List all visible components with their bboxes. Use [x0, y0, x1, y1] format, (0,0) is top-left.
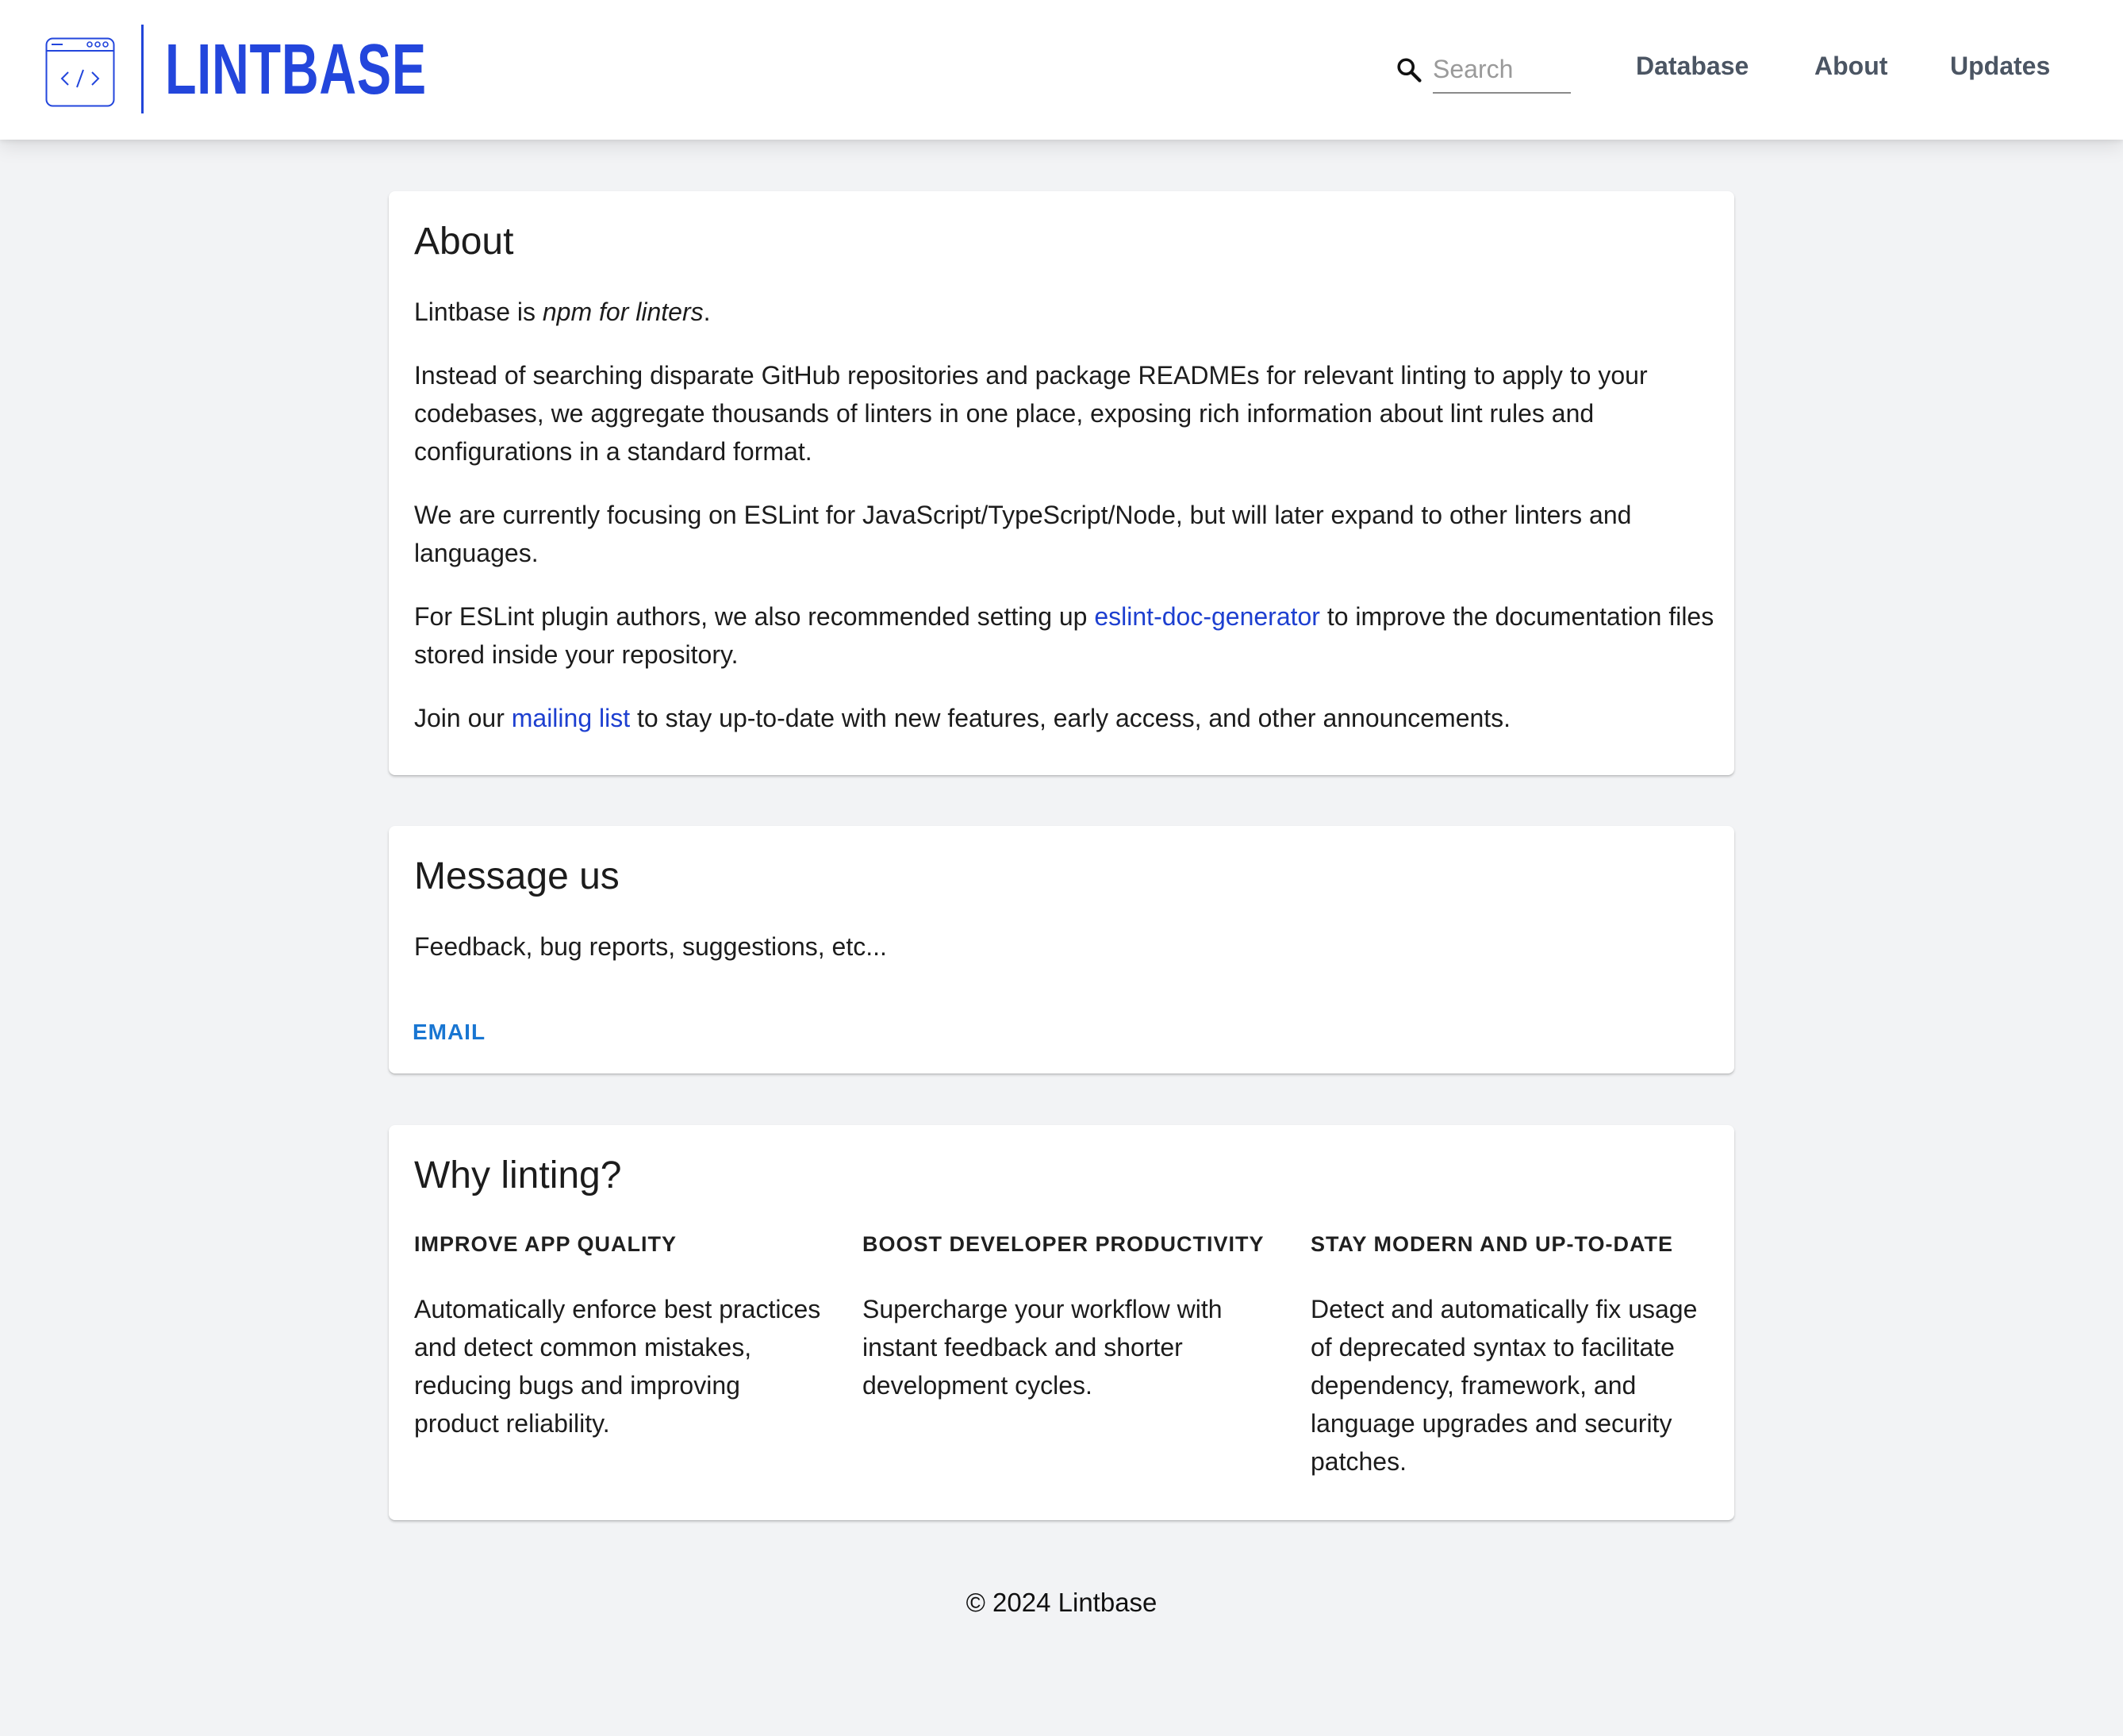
footer-copyright: © 2024 Lintbase [966, 1588, 1157, 1617]
benefit-column: BOOST DEVELOPER PRODUCTIVITY Supercharge… [862, 1228, 1275, 1404]
about-description: Instead of searching disparate GitHub re… [414, 361, 1648, 466]
nav-database[interactable]: Database [1636, 46, 1749, 86]
about-focus: We are currently focusing on ESLint for … [414, 501, 1632, 567]
nav-about[interactable]: About [1814, 46, 1887, 86]
benefit-body: Supercharge your workflow with instant f… [862, 1295, 1223, 1400]
search-input[interactable] [1433, 49, 1571, 94]
about-plugin-authors: For ESLint plugin authors, we also recom… [414, 597, 1715, 674]
about-mailing: Join our mailing list to stay up-to-date… [414, 699, 1715, 737]
message-title: Message us [414, 855, 620, 897]
email-button[interactable]: EMAIL [408, 1010, 490, 1054]
benefit-body: Automatically enforce best practices and… [414, 1295, 821, 1438]
why-title: Why linting? [414, 1154, 622, 1196]
message-text: Feedback, bug reports, suggestions, etc.… [414, 932, 887, 961]
mailing-list-link[interactable]: mailing list [512, 704, 630, 732]
about-intro-text: Lintbase is [414, 298, 543, 326]
about-card: About Lintbase is npm for linters. Inste… [389, 191, 1734, 775]
about-intro: Lintbase is npm for linters. [414, 293, 1715, 331]
why-linting-card: Why linting? IMPROVE APP QUALITY Automat… [389, 1125, 1734, 1520]
nav-updates[interactable]: Updates [1950, 46, 2050, 86]
eslint-doc-generator-link[interactable]: eslint-doc-generator [1094, 602, 1320, 631]
benefit-column: IMPROVE APP QUALITY Automatically enforc… [414, 1228, 827, 1442]
about-intro-end: . [703, 298, 711, 326]
benefit-title: IMPROVE APP QUALITY [414, 1232, 678, 1256]
mailing-text: Join our [414, 704, 512, 732]
plugin-authors-text: For ESLint plugin authors, we also recom… [414, 602, 1095, 631]
about-intro-emphasis: npm for linters [542, 298, 704, 326]
message-card: Message us Feedback, bug reports, sugges… [389, 826, 1734, 1073]
code-window-icon[interactable] [45, 37, 115, 107]
benefit-title: BOOST DEVELOPER PRODUCTIVITY [862, 1232, 1265, 1256]
search-icon[interactable] [1395, 56, 1423, 84]
brand-name[interactable]: LINTBASE [165, 30, 427, 109]
benefit-column: STAY MODERN AND UP-TO-DATE Detect and au… [1311, 1228, 1715, 1481]
logo-divider [141, 25, 144, 113]
top-app-bar: LINTBASE Database About Updates [0, 0, 2123, 140]
about-title: About [414, 221, 514, 263]
benefit-body: Detect and automatically fix usage of de… [1311, 1295, 1698, 1476]
benefit-title: STAY MODERN AND UP-TO-DATE [1311, 1232, 1674, 1256]
mailing-end: to stay up-to-date with new features, ea… [630, 704, 1511, 732]
search-box [1395, 49, 1574, 95]
